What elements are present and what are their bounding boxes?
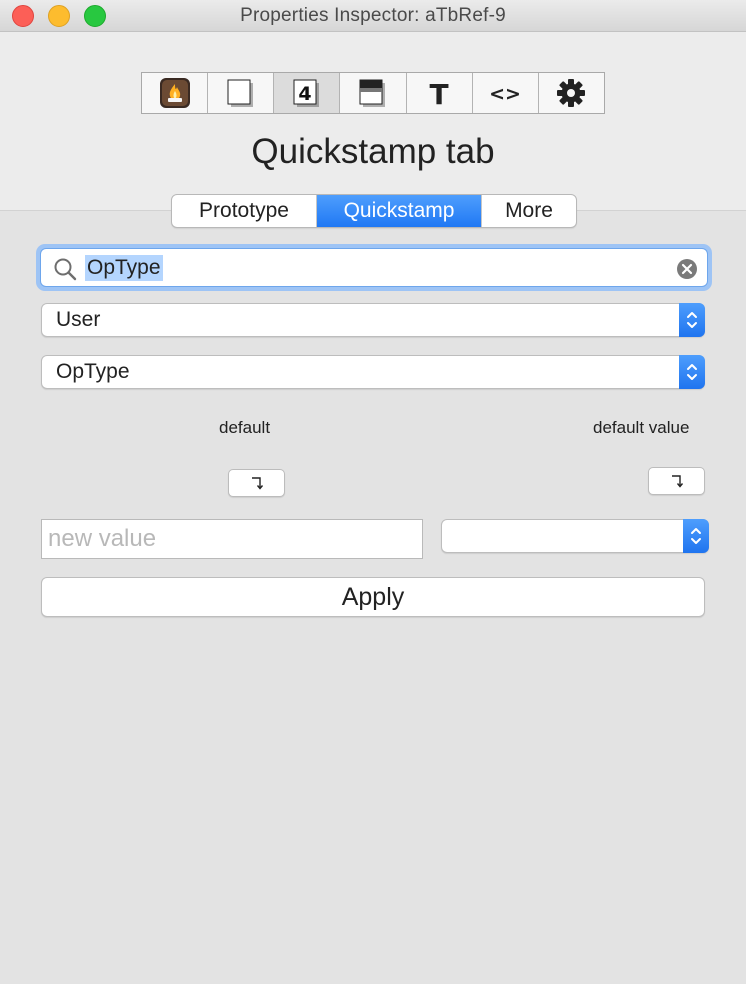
chevron-up-down-icon xyxy=(687,312,697,328)
apply-button[interactable]: Apply xyxy=(41,577,705,617)
toolbar-text-label: T xyxy=(430,78,449,109)
code-brackets-icon: <> xyxy=(489,83,521,105)
blank-page-icon xyxy=(227,79,253,107)
attribute-set-popup-arrows[interactable] xyxy=(679,303,705,337)
return-arrow-icon xyxy=(251,477,263,490)
attribute-set-selected: User xyxy=(56,308,101,331)
title-bar: Properties Inspector: aTbRef-9 xyxy=(0,0,746,32)
search-field-focus-ring: OpType xyxy=(36,244,712,291)
toolbar-text-button[interactable]: T xyxy=(406,73,473,113)
new-value-input[interactable] xyxy=(41,519,423,559)
search-input-value: OpType xyxy=(85,255,163,281)
toolbar-number-button[interactable]: 4 xyxy=(274,73,341,113)
toolbar-shadow-button[interactable] xyxy=(340,73,407,113)
attribute-selected: OpType xyxy=(56,360,130,383)
clear-search-icon[interactable] xyxy=(675,257,699,281)
attribute-popup[interactable]: OpType xyxy=(41,355,705,389)
inspector-toolbar: 4 T <> xyxy=(141,72,605,114)
flame-icon xyxy=(159,78,190,108)
tab-more[interactable]: More xyxy=(482,195,576,227)
tab-quickstamp[interactable]: Quickstamp xyxy=(317,195,482,227)
page-title: Quickstamp tab xyxy=(251,132,495,171)
shadow-page-icon xyxy=(359,79,385,107)
attribute-set-popup[interactable]: User xyxy=(41,303,705,337)
search-input[interactable]: OpType xyxy=(40,248,708,287)
number-four-icon: 4 xyxy=(293,79,319,107)
toolbar-number-label: 4 xyxy=(298,83,311,105)
toolbar-page-button[interactable] xyxy=(208,73,275,113)
chevron-up-down-icon xyxy=(691,528,701,544)
window-title: Properties Inspector: aTbRef-9 xyxy=(240,5,506,26)
chevron-up-down-icon xyxy=(687,364,697,380)
toolbar-flame-button[interactable] xyxy=(142,73,209,113)
default-label: default xyxy=(219,418,271,437)
insert-default-value-button[interactable] xyxy=(648,467,705,495)
tab-bar: Prototype Quickstamp More xyxy=(171,194,577,228)
value-popup[interactable] xyxy=(441,519,709,553)
search-icon xyxy=(54,258,77,281)
insert-default-button[interactable] xyxy=(228,469,285,497)
text-icon: T xyxy=(430,78,449,109)
default-value-label: default value xyxy=(593,418,690,437)
attribute-popup-arrows[interactable] xyxy=(679,355,705,389)
gear-icon xyxy=(557,79,586,107)
toolbar-code-label: <> xyxy=(489,83,521,105)
toolbar-settings-button[interactable] xyxy=(538,73,604,113)
toolbar-code-button[interactable]: <> xyxy=(472,73,539,113)
tab-prototype[interactable]: Prototype xyxy=(172,195,317,227)
return-arrow-icon xyxy=(671,475,683,488)
value-popup-arrows[interactable] xyxy=(683,519,709,553)
